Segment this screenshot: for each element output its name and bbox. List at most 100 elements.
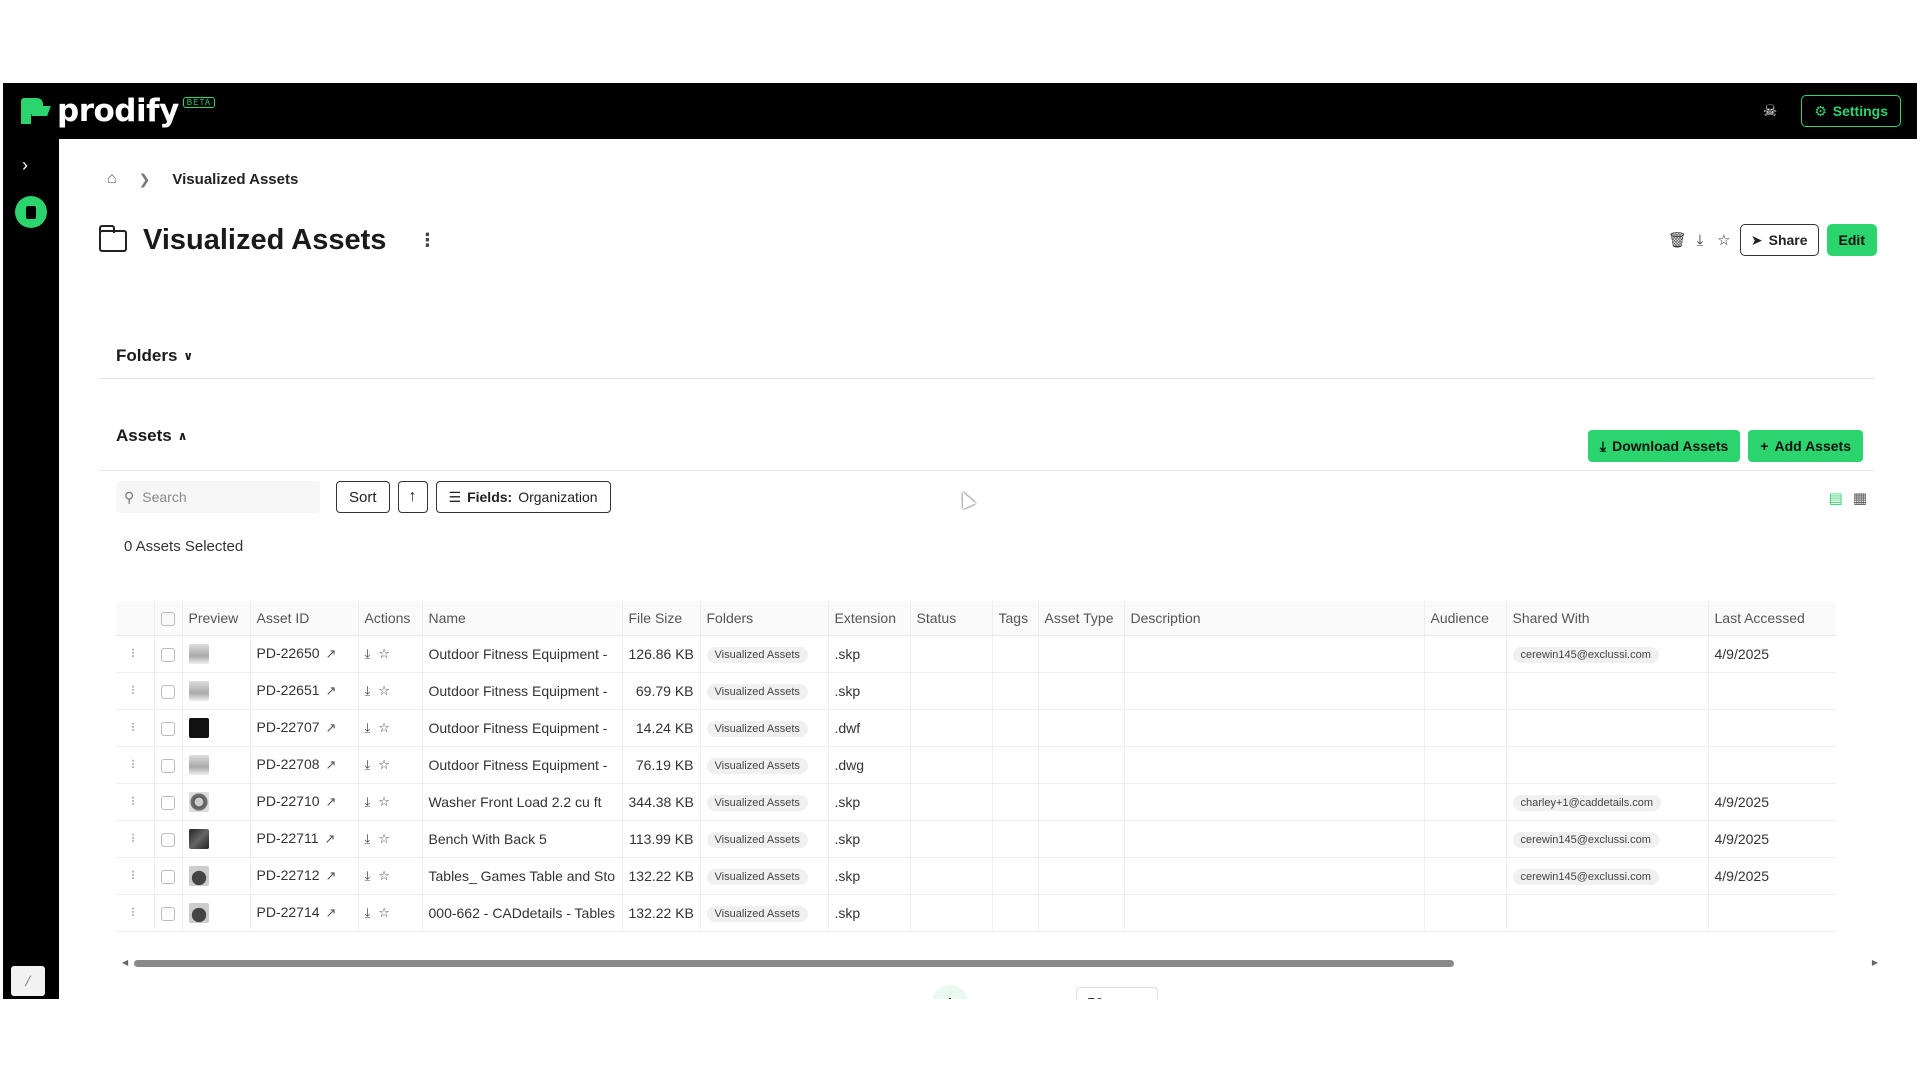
asset-id[interactable]: PD-22708 [257,756,320,772]
trash-icon[interactable]: 🗑 [1668,231,1687,249]
table-row[interactable]: ⠇ PD-22651 ↗ ⤓ ☆ Outdoor Fitness Equipment -6… [116,672,1836,710]
preview-cell[interactable] [182,783,251,821]
download-icon[interactable]: ⤓ [365,683,371,698]
column-header[interactable]: File Size [622,601,701,636]
star-icon[interactable]: ☆ [378,683,390,698]
table-row[interactable]: ⠇ PD-22714 ↗ ⤓ ☆ 000-662 - CADdetails - Table… [116,894,1836,932]
column-header[interactable]: Asset Type [1038,601,1125,636]
external-link-icon[interactable]: ↗ [326,720,337,735]
page-size-select[interactable]: 50 ∨ [1076,987,1158,999]
star-icon[interactable]: ☆ [378,720,390,735]
preview-cell[interactable] [182,820,251,858]
table-row[interactable]: ⠇ PD-22707 ↗ ⤓ ☆ Outdoor Fitness Equipment -1… [116,709,1836,747]
preview-cell[interactable] [182,894,251,932]
column-header[interactable]: Shared With [1506,601,1709,636]
table-row[interactable]: ⠇ PD-22650 ↗ ⤓ ☆ Outdoor Fitness Equipment -1… [116,635,1836,673]
drag-handle-icon[interactable]: ⠇ [116,820,155,858]
download-icon[interactable]: ⤓ [365,868,371,883]
table-row[interactable]: ⠇ PD-22711 ↗ ⤓ ☆ Bench With Back 5 113.99 KB Vi… [116,820,1836,858]
folder-tag[interactable]: Visualized Assets [706,720,808,737]
drag-handle-icon[interactable]: ⠇ [116,635,155,673]
asset-name[interactable]: 000-662 - CADdetails - Tables [422,894,623,932]
asset-id[interactable]: PD-22651 [257,682,320,698]
settings-button[interactable]: ⚙ Settings [1801,95,1901,127]
app-logo[interactable]: prodify BETA [19,93,216,129]
asset-thumbnail[interactable] [188,680,209,701]
folder-tag[interactable]: Visualized Assets [706,794,808,811]
scroll-right-icon[interactable]: ▶ [1872,958,1878,967]
download-icon[interactable]: ⤓ [1692,232,1708,249]
column-header[interactable]: Extension [828,601,911,636]
asset-thumbnail[interactable] [188,643,209,664]
external-link-icon[interactable]: ↗ [326,794,337,809]
drag-handle-icon[interactable]: ⠇ [116,672,155,710]
drag-handle-icon[interactable]: ⠇ [116,709,155,747]
download-icon[interactable]: ⤓ [365,831,371,846]
asset-name[interactable]: Outdoor Fitness Equipment - [422,709,623,747]
star-icon[interactable]: ☆ [378,831,390,846]
folder-tag[interactable]: Visualized Assets [706,757,808,774]
expand-sidebar-icon[interactable]: › [22,155,28,176]
asset-thumbnail[interactable] [188,791,209,812]
external-link-icon[interactable]: ↗ [326,683,337,698]
drag-handle-icon[interactable]: ⠇ [116,746,155,784]
external-link-icon[interactable]: ↗ [326,905,337,920]
external-link-icon[interactable]: ↗ [326,646,337,661]
next-page-icon[interactable]: › [976,985,1012,1000]
column-header[interactable]: Name [422,601,623,636]
row-checkbox[interactable] [154,746,183,784]
folder-tag[interactable]: Visualized Assets [706,646,808,663]
prev-page-icon[interactable]: ‹ [888,985,924,1000]
asset-name[interactable]: Outdoor Fitness Equipment - [422,672,623,710]
asset-thumbnail[interactable] [188,754,209,775]
last-page-icon[interactable]: » [1020,985,1056,1000]
row-checkbox[interactable] [154,635,183,673]
kebab-icon[interactable]: ⋮ [418,230,436,251]
external-link-icon[interactable]: ↗ [326,757,337,772]
home-icon[interactable]: ⌂ [107,170,117,188]
folder-tag[interactable]: Visualized Assets [706,683,808,700]
add-assets-button[interactable]: + Add Assets [1748,430,1863,462]
asset-id[interactable]: PD-22712 [257,867,320,883]
asset-id[interactable]: PD-22707 [257,719,320,735]
scrollbar-thumb[interactable] [134,960,1454,967]
asset-thumbnail[interactable] [188,902,209,923]
org-avatar[interactable]: ╱ [11,966,45,996]
asset-name[interactable]: Bench With Back 5 [422,820,623,858]
star-icon[interactable]: ☆ [378,757,390,772]
star-icon[interactable]: ☆ [378,646,390,661]
column-header[interactable]: Last Accessed [1708,601,1836,636]
search-input[interactable] [142,489,303,505]
asset-name[interactable]: Tables_ Games Table and Sto [422,857,623,895]
column-header[interactable]: Folders [700,601,829,636]
download-icon[interactable]: ⤓ [365,720,371,735]
star-icon[interactable]: ☆ [378,794,390,809]
download-icon[interactable]: ⤓ [365,794,371,809]
scroll-left-icon[interactable]: ◀ [122,958,128,967]
download-assets-button[interactable]: ⤓ Download Assets [1587,430,1741,462]
external-link-icon[interactable]: ↗ [325,831,336,846]
asset-id[interactable]: PD-22710 [257,793,320,809]
asset-thumbnail[interactable] [188,828,209,849]
preview-cell[interactable] [182,709,251,747]
header-select-all[interactable] [154,601,183,636]
grid-view-icon[interactable]: ▦ [1853,489,1867,507]
column-header[interactable]: Audience [1424,601,1507,636]
download-icon[interactable]: ⤓ [365,905,371,920]
row-checkbox[interactable] [154,820,183,858]
sort-button[interactable]: Sort [336,481,390,513]
row-checkbox[interactable] [154,857,183,895]
first-page-icon[interactable]: « [844,985,880,1000]
asset-id[interactable]: PD-22711 [257,830,319,846]
folders-section-toggle[interactable]: Folders ∨ [116,346,193,366]
horizontal-scrollbar[interactable]: ◀ ▶ [122,958,1878,968]
column-header[interactable]: Status [910,601,993,636]
table-view-icon[interactable]: ▤ [1829,489,1843,507]
asset-id[interactable]: PD-22650 [257,645,320,661]
preview-cell[interactable] [182,746,251,784]
asset-id[interactable]: PD-22714 [257,904,320,920]
folder-tag[interactable]: Visualized Assets [706,905,808,922]
table-row[interactable]: ⠇ PD-22708 ↗ ⤓ ☆ Outdoor Fitness Equipment -7… [116,746,1836,784]
column-header[interactable]: Description [1124,601,1425,636]
asset-name[interactable]: Washer Front Load 2.2 cu ft [422,783,623,821]
